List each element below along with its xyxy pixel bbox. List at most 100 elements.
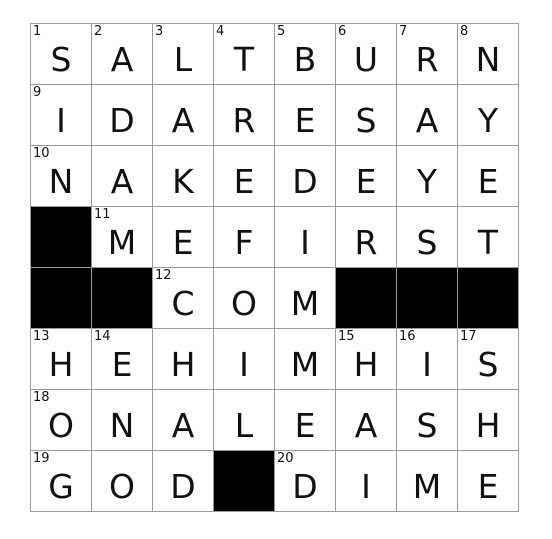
grid-cell[interactable]: 10 N bbox=[31, 146, 92, 207]
grid-cell[interactable]: I bbox=[336, 451, 397, 512]
grid-cell[interactable]: E bbox=[214, 146, 275, 207]
grid-cell[interactable]: 17 S bbox=[458, 329, 519, 390]
clue-number: 20 bbox=[277, 451, 294, 466]
cell-letter: A bbox=[415, 101, 439, 140]
grid-cell[interactable]: 1S bbox=[31, 24, 92, 85]
cell-letter: A bbox=[110, 162, 134, 201]
grid-cell[interactable]: 9I bbox=[31, 85, 92, 146]
cell-letter: D bbox=[292, 467, 318, 506]
grid-cell[interactable]: 5B bbox=[275, 24, 336, 85]
grid-cell[interactable]: D bbox=[275, 146, 336, 207]
grid-cell[interactable]: I bbox=[214, 329, 275, 390]
grid-cell[interactable]: 16 I bbox=[397, 329, 458, 390]
black-square bbox=[397, 268, 458, 329]
grid-cell[interactable]: O bbox=[92, 451, 153, 512]
grid-cell[interactable]: L bbox=[214, 390, 275, 451]
grid-cell[interactable]: 8N bbox=[458, 24, 519, 85]
grid-cell[interactable]: 15 H bbox=[336, 329, 397, 390]
grid-cell[interactable]: E bbox=[275, 85, 336, 146]
grid-cell[interactable]: 2A bbox=[92, 24, 153, 85]
cell-letter: H bbox=[353, 345, 379, 384]
black-square bbox=[336, 268, 397, 329]
grid-cell[interactable]: E bbox=[275, 390, 336, 451]
cell-letter: E bbox=[111, 345, 133, 384]
cell-letter: M bbox=[290, 284, 320, 323]
black-square bbox=[214, 451, 275, 512]
clue-number: 12 bbox=[155, 268, 172, 283]
grid-cell[interactable]: S bbox=[397, 390, 458, 451]
cell-letter: H bbox=[475, 406, 501, 445]
grid-cell[interactable]: M bbox=[275, 268, 336, 329]
grid-cell[interactable]: S bbox=[336, 85, 397, 146]
cell-letter: E bbox=[172, 223, 194, 262]
grid-cell[interactable]: N bbox=[92, 390, 153, 451]
cell-letter: L bbox=[234, 406, 254, 445]
cell-letter: E bbox=[233, 162, 255, 201]
grid-cell[interactable]: 7R bbox=[397, 24, 458, 85]
grid-cell[interactable]: A bbox=[153, 390, 214, 451]
grid-cell[interactable]: 20 D bbox=[275, 451, 336, 512]
grid-cell[interactable]: E bbox=[153, 207, 214, 268]
cell-letter: U bbox=[353, 40, 379, 79]
cell-letter: I bbox=[56, 101, 66, 140]
grid-cell[interactable]: 12 C bbox=[153, 268, 214, 329]
cell-letter: N bbox=[109, 406, 135, 445]
clue-number: 11 bbox=[94, 207, 111, 222]
grid-cell[interactable]: D bbox=[92, 85, 153, 146]
grid-cell[interactable]: 18 O bbox=[31, 390, 92, 451]
grid-cell[interactable]: E bbox=[336, 146, 397, 207]
grid-cell[interactable]: R bbox=[336, 207, 397, 268]
cell-letter: C bbox=[171, 284, 195, 323]
grid-cell[interactable]: Y bbox=[397, 146, 458, 207]
grid-cell[interactable]: 11 M bbox=[92, 207, 153, 268]
cell-letter: E bbox=[477, 467, 499, 506]
grid-cell[interactable]: H bbox=[458, 390, 519, 451]
grid-cell[interactable]: 4T bbox=[214, 24, 275, 85]
grid-cell[interactable]: 14 E bbox=[92, 329, 153, 390]
grid-cell[interactable]: E bbox=[458, 451, 519, 512]
grid-cell[interactable]: M bbox=[275, 329, 336, 390]
grid-cell[interactable]: E bbox=[458, 146, 519, 207]
cell-letter: F bbox=[234, 223, 254, 262]
grid-cell[interactable]: A bbox=[336, 390, 397, 451]
grid-cell[interactable]: H bbox=[153, 329, 214, 390]
cell-letter: S bbox=[416, 406, 438, 445]
grid-cell[interactable]: K bbox=[153, 146, 214, 207]
grid-cell[interactable]: 19 G bbox=[31, 451, 92, 512]
grid-cell[interactable]: D bbox=[153, 451, 214, 512]
cell-letter: I bbox=[300, 223, 310, 262]
cell-letter: E bbox=[294, 101, 316, 140]
clue-number: 7 bbox=[399, 24, 408, 39]
grid-cell[interactable]: T bbox=[458, 207, 519, 268]
grid-cell[interactable]: 13 H bbox=[31, 329, 92, 390]
cell-letter: G bbox=[48, 467, 74, 506]
grid-cell[interactable]: R bbox=[214, 85, 275, 146]
grid-cell[interactable]: 6U bbox=[336, 24, 397, 85]
cell-letter: Y bbox=[416, 162, 438, 201]
grid-cell[interactable]: A bbox=[153, 85, 214, 146]
cell-letter: R bbox=[232, 101, 256, 140]
cell-letter: S bbox=[355, 101, 377, 140]
cell-letter: R bbox=[415, 40, 439, 79]
clue-number: 18 bbox=[33, 390, 50, 405]
cell-letter: D bbox=[170, 467, 196, 506]
grid-cell[interactable]: A bbox=[397, 85, 458, 146]
clue-number: 14 bbox=[94, 329, 111, 344]
cell-letter: A bbox=[354, 406, 378, 445]
clue-number: 1 bbox=[33, 24, 42, 39]
grid-cell[interactable]: F bbox=[214, 207, 275, 268]
cell-letter: T bbox=[233, 40, 255, 79]
grid-cell[interactable]: I bbox=[275, 207, 336, 268]
black-square bbox=[31, 268, 92, 329]
clue-number: 3 bbox=[155, 24, 164, 39]
grid-cell[interactable]: S bbox=[397, 207, 458, 268]
cell-letter: N bbox=[48, 162, 74, 201]
cell-letter: T bbox=[477, 223, 499, 262]
cell-letter: E bbox=[355, 162, 377, 201]
grid-cell[interactable]: O bbox=[214, 268, 275, 329]
grid-cell[interactable]: A bbox=[92, 146, 153, 207]
grid-cell[interactable]: M bbox=[397, 451, 458, 512]
grid-cell[interactable]: 3L bbox=[153, 24, 214, 85]
grid-cell[interactable]: Y bbox=[458, 85, 519, 146]
cell-letter: A bbox=[171, 406, 195, 445]
